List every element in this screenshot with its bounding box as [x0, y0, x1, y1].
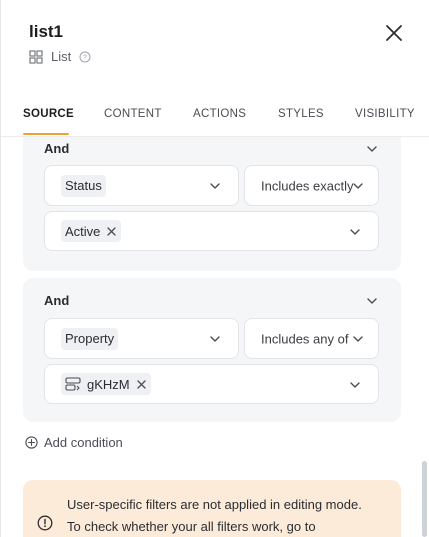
- notice-line: User-specific filters are not applied in…: [67, 497, 362, 512]
- operator-select[interactable]: Includes any of: [244, 318, 379, 359]
- component-title: list1: [29, 22, 64, 41]
- component-type-label: List: [51, 49, 72, 64]
- operator-value: Includes any of: [261, 331, 349, 346]
- database-table-icon: [65, 377, 81, 391]
- source-content: And Status Includes exactly Active And P…: [1, 137, 421, 537]
- group-operator-label: And: [44, 141, 70, 156]
- group-operator-label: And: [44, 293, 70, 308]
- filter-group: And Status Includes exactly Active: [23, 137, 401, 271]
- active-tab-indicator: [23, 133, 69, 135]
- tab-visibility[interactable]: VISIBILITY: [355, 108, 415, 120]
- tab-styles[interactable]: STYLES: [278, 108, 324, 120]
- properties-panel: list1 List ? SOURCE CONTENT ACTIONS STYL…: [0, 0, 429, 537]
- remove-value-icon[interactable]: [136, 379, 147, 390]
- chevron-down-icon[interactable]: [365, 142, 379, 156]
- grid-icon: [29, 49, 43, 64]
- chevron-down-icon: [210, 336, 220, 342]
- chevron-down-icon: [210, 183, 220, 189]
- component-type-row: List ?: [29, 49, 91, 64]
- field-chip-label: Property: [65, 331, 115, 346]
- chevron-down-icon: [353, 336, 363, 342]
- tab-content[interactable]: CONTENT: [104, 108, 162, 120]
- question-circle-icon[interactable]: ?: [79, 51, 91, 63]
- field-chip: Property: [61, 327, 119, 350]
- field-select[interactable]: Property: [44, 318, 239, 359]
- close-icon[interactable]: [383, 22, 405, 44]
- field-chip: Status: [61, 174, 106, 197]
- field-chip-label: Status: [65, 178, 102, 193]
- add-condition-label: Add condition: [44, 435, 123, 450]
- warning-circle-icon: [37, 515, 53, 531]
- operator-value: Includes exactly: [261, 178, 353, 193]
- tab-source[interactable]: SOURCE: [23, 108, 74, 120]
- add-condition-button[interactable]: Add condition: [25, 435, 123, 450]
- svg-text:?: ?: [83, 54, 87, 61]
- value-chip-label: Active: [65, 223, 101, 239]
- value-chip: Active: [61, 220, 122, 242]
- tab-actions[interactable]: ACTIONS: [193, 108, 246, 120]
- plus-circle-icon: [25, 436, 38, 449]
- notice-text: User-specific filters are not applied in…: [67, 494, 397, 537]
- chevron-down-icon: [350, 229, 360, 235]
- value-chip: gKHzM: [61, 373, 151, 395]
- values-select[interactable]: Active: [44, 211, 379, 251]
- field-select[interactable]: Status: [44, 165, 239, 206]
- editing-mode-notice: User-specific filters are not applied in…: [23, 480, 401, 537]
- value-chip-label: gKHzM: [87, 376, 130, 392]
- chevron-down-icon[interactable]: [365, 294, 379, 308]
- remove-value-icon[interactable]: [106, 226, 117, 237]
- operator-select[interactable]: Includes exactly: [244, 165, 379, 206]
- notice-line: To check whether your all filters work, …: [67, 519, 316, 534]
- chevron-down-icon: [353, 183, 363, 189]
- tab-bar: SOURCE CONTENT ACTIONS STYLES VISIBILITY: [1, 100, 429, 136]
- filter-group: And Property Includes any of gKHzM: [23, 278, 401, 422]
- chevron-down-icon: [350, 382, 360, 388]
- scrollbar-thumb[interactable]: [422, 461, 427, 537]
- values-select[interactable]: gKHzM: [44, 364, 379, 404]
